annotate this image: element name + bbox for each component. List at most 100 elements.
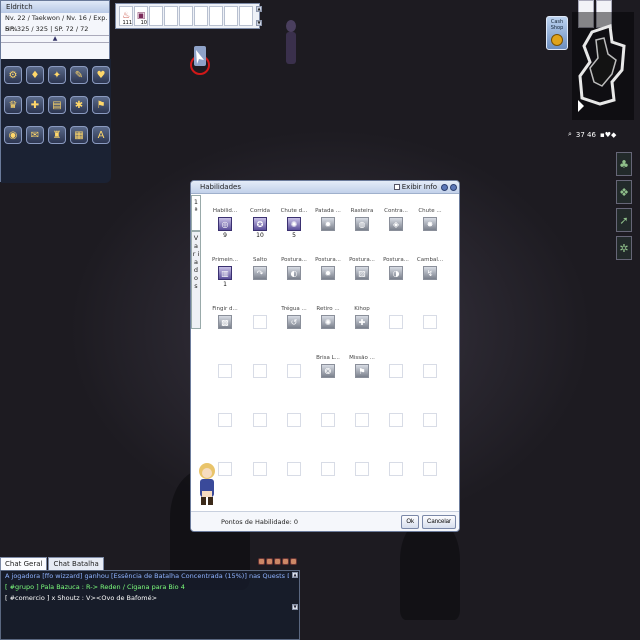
skill-slot[interactable]: Contra... ◈ (379, 207, 413, 257)
chat-option-icon[interactable] (290, 558, 297, 565)
skill-name (311, 452, 345, 460)
skill-name (243, 452, 277, 460)
skill-icon[interactable]: ▨ (355, 266, 369, 280)
skill-icon[interactable]: ✺ (321, 315, 335, 329)
skill-window-titlebar[interactable]: Habilidades Exibir Info (191, 181, 459, 194)
skill-icon[interactable]: ▩ (218, 315, 232, 329)
show-info-toggle[interactable]: Exibir Info (393, 183, 437, 191)
skills-icon[interactable]: ✦ (48, 66, 66, 84)
scroll-up-icon[interactable]: ▲ (292, 572, 298, 578)
skill-icon[interactable]: ✚ (355, 315, 369, 329)
storage-icon[interactable]: ⚑ (92, 96, 110, 114)
ok-button[interactable]: Ok (401, 514, 419, 529)
skill-slot[interactable]: Chute ... ✸ (413, 207, 447, 257)
skill-icon[interactable]: ⚑ (355, 364, 369, 378)
cancel-button[interactable]: Cancelar (421, 514, 456, 529)
skill-slot[interactable]: Cambal... ↯ (413, 256, 447, 306)
skill-icon[interactable]: ✪ (253, 217, 267, 231)
hotkey-slot[interactable]: ▣ 10 (134, 6, 148, 26)
skill-window[interactable]: Habilidades Exibir Info 1 ª V a r i a d … (190, 180, 460, 532)
keyboard-icon[interactable]: ▦ (70, 126, 88, 144)
items-icon[interactable]: ♦ (26, 66, 44, 84)
cash-shop-button[interactable]: Cash Shop (546, 16, 568, 50)
chat-option-icon[interactable] (274, 558, 281, 565)
party-icon[interactable]: ♥ (92, 66, 110, 84)
empty-skill-slot (277, 403, 311, 453)
guild-icon[interactable]: ♛ (4, 96, 22, 114)
chat-option-icon[interactable] (266, 558, 273, 565)
hotkey-slot[interactable] (194, 6, 208, 26)
skill-icon[interactable]: ↺ (287, 315, 301, 329)
basic-info-window[interactable]: Eldritch Nv. 22 / Taekwon / Nv. 16 / Exp… (0, 0, 111, 183)
skill-icon (287, 413, 301, 427)
skill-slot[interactable]: Primein... ▥ 1 (208, 256, 242, 306)
scroll-down-icon[interactable]: ▼ (256, 20, 262, 26)
tab-chat-batalha[interactable]: Chat Batalha (48, 557, 104, 570)
minimap-controls-icon[interactable]: ▪♥◆ (600, 131, 616, 139)
mail-icon[interactable]: ✉ (26, 126, 44, 144)
tab-chat-geral[interactable]: Chat Geral (0, 557, 48, 570)
quest-icon[interactable]: ✎ (70, 66, 88, 84)
close-icon[interactable] (450, 183, 457, 191)
hotkey-slot[interactable] (224, 6, 238, 26)
skill-icon[interactable]: ◎ (218, 217, 232, 231)
map-icon[interactable]: ▤ (48, 96, 66, 114)
skill-slot[interactable]: Fingir d... ▩ (208, 305, 242, 355)
skill-icon[interactable]: ◑ (389, 266, 403, 280)
skill-slot[interactable]: Missão ... ⚑ (345, 354, 379, 404)
chat-option-icon[interactable] (282, 558, 289, 565)
friends-icon[interactable]: ✚ (26, 96, 44, 114)
skill-slot[interactable]: Postura... ▨ (345, 256, 379, 306)
hotkey-slot[interactable]: ♨ 111 (119, 6, 133, 26)
show-info-checkbox[interactable] (393, 184, 400, 190)
minimize-icon[interactable] (441, 183, 448, 191)
skill-slot[interactable]: Corrida ✪ 10 (243, 207, 277, 257)
help-icon[interactable]: A (92, 126, 110, 144)
chat-window[interactable]: A jogadora [ffo wizzard] ganhou [Essênci… (0, 570, 300, 640)
hotkey-slot[interactable] (164, 6, 178, 26)
skill-slot[interactable]: Retiro ... ✺ (311, 305, 345, 355)
hotkey-slot[interactable] (179, 6, 193, 26)
chat-scrollbar[interactable]: ▲ ▼ (292, 572, 298, 612)
skill-icon[interactable]: ✹ (321, 217, 335, 231)
options-icon[interactable]: ✱ (70, 96, 88, 114)
scroll-down-icon[interactable]: ▼ (292, 604, 298, 610)
minimap[interactable] (572, 12, 634, 120)
zoom-icon[interactable]: ⌕ (568, 130, 572, 139)
skill-slot[interactable]: Chute d... ✺ 5 (277, 207, 311, 257)
hotkey-slot[interactable] (209, 6, 223, 26)
skill-slot[interactable]: Patada ... ✹ (311, 207, 345, 257)
skill-slot[interactable]: Kihop ✚ (345, 305, 379, 355)
tab-first-class[interactable]: 1 ª (191, 195, 201, 231)
tab-variados[interactable]: V a r i a d o s (191, 231, 201, 329)
skill-slot[interactable]: Postura... ◑ (379, 256, 413, 306)
ranking-icon[interactable]: ♜ (48, 126, 66, 144)
skill-icon[interactable]: ↷ (253, 266, 267, 280)
skill-icon[interactable]: ✺ (287, 217, 301, 231)
skill-icon[interactable]: ↯ (423, 266, 437, 280)
skill-slot[interactable]: Postura... ✹ (311, 256, 345, 306)
hotkey-slot[interactable] (149, 6, 163, 26)
skill-slot[interactable]: Postura... ◐ (277, 256, 311, 306)
skill-icon[interactable]: ✹ (321, 266, 335, 280)
skill-icon[interactable]: ❂ (321, 364, 335, 378)
skill-icon[interactable]: ◐ (287, 266, 301, 280)
skill-slot[interactable]: Trégua ... ↺ (277, 305, 311, 355)
npc-figure[interactable] (282, 16, 300, 72)
skill-slot[interactable]: Rasteira ◍ (345, 207, 379, 257)
skill-icon[interactable]: ◍ (355, 217, 369, 231)
character-name[interactable]: Eldritch (1, 1, 109, 13)
chat-option-icon[interactable] (258, 558, 265, 565)
skill-icon[interactable]: ▥ (218, 266, 232, 280)
collapse-arrow-icon[interactable]: ▲ (1, 35, 109, 43)
skill-icon[interactable]: ◈ (389, 217, 403, 231)
camera-icon[interactable]: ◉ (4, 126, 22, 144)
skill-slot[interactable]: Salto ↷ (243, 256, 277, 306)
skill-slot[interactable]: Habilid... ◎ 9 (208, 207, 242, 257)
skill-window-title: Habilidades (200, 183, 241, 191)
skill-slot[interactable]: Brisa L... ❂ (311, 354, 345, 404)
skill-icon[interactable]: ✸ (423, 217, 437, 231)
equipment-icon[interactable]: ⚙ (4, 66, 22, 84)
hotkey-slot[interactable] (239, 6, 253, 26)
scroll-up-icon[interactable]: ▲ (256, 6, 262, 12)
